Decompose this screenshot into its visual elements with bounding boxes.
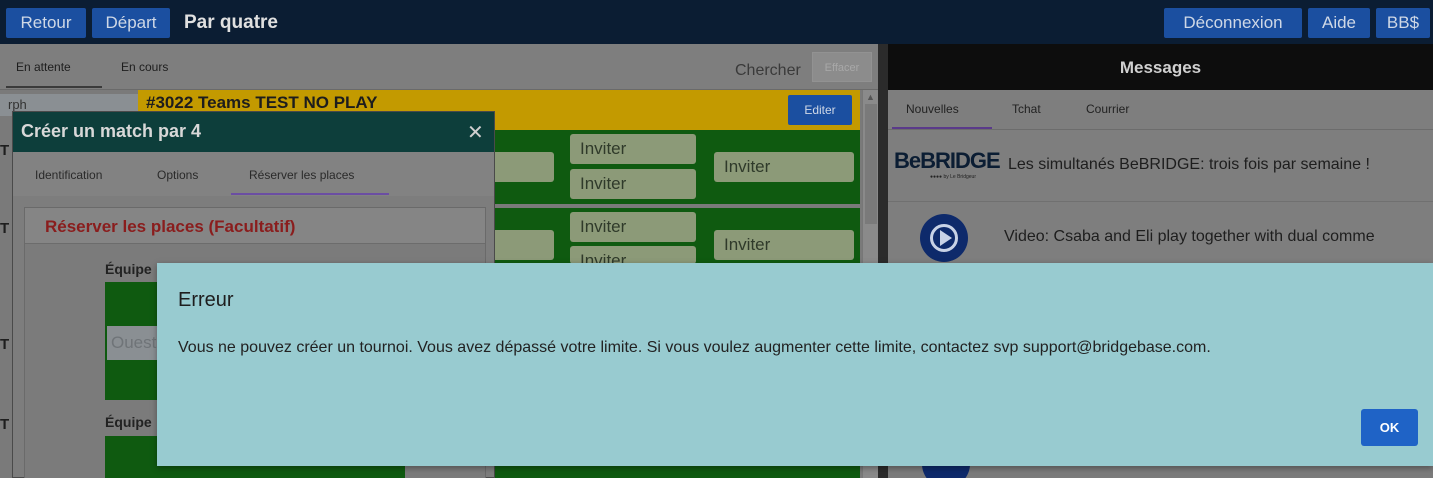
video-reel-icon [920,214,968,262]
bb-dollars-button[interactable]: BB$ [1376,8,1430,38]
team-seat-block: Inviter Inviter Inviter [488,208,860,264]
invite-button[interactable]: Inviter [570,246,696,264]
help-button[interactable]: Aide [1308,8,1370,38]
scroll-up-arrow-icon[interactable]: ▲ [866,92,875,102]
news-item[interactable]: BeBRIDGE ●●●● by Le Bridgeur Les simulta… [888,130,1433,202]
tournament-title: #3022 Teams TEST NO PLAY [146,93,378,112]
seat-slot[interactable] [488,152,554,182]
edit-button[interactable]: Editer [788,95,852,125]
tab-chat[interactable]: Tchat [1012,102,1041,116]
active-tab-indicator [892,127,992,129]
tab-news[interactable]: Nouvelles [906,102,959,116]
messages-tabs: Nouvelles Tchat Courrier [888,90,1433,130]
tab-mail[interactable]: Courrier [1086,102,1129,116]
invite-button[interactable]: Inviter [570,212,696,242]
active-tab-indicator [6,86,102,88]
tab-options[interactable]: Options [157,168,198,182]
list-tabs: En attente En cours Chercher Effacer [0,44,878,90]
error-message: Vous ne pouvez créer un tournoi. Vous av… [178,339,1211,356]
dialog-tabs: Identification Options Réserver les plac… [13,152,494,196]
messages-header: Messages [888,44,1433,90]
reserve-seats-title: Réserver les places (Facultatif) [45,217,296,236]
invite-button[interactable]: Inviter [570,169,696,199]
back-button[interactable]: Retour [6,8,86,38]
row-label-fragment: T [0,142,10,159]
error-title: Erreur [178,289,234,311]
news-item[interactable]: Video: Csaba and Eli play together with … [888,202,1433,264]
row-label-fragment: T [0,336,10,353]
clear-button[interactable]: Effacer [812,52,872,82]
team-label: Équipe [105,414,152,430]
tab-identification[interactable]: Identification [35,168,102,182]
bebridge-logo-subtitle: ●●●● by Le Bridgeur [930,174,976,180]
reserve-seats-header: Réserver les places (Facultatif) [25,208,485,244]
row-label-fragment: T [0,220,10,237]
news-item-text: Video: Csaba and Eli play together with … [1004,228,1375,245]
messages-title: Messages [1119,58,1202,77]
top-bar: Retour Départ Par quatre Déconnexion Aid… [0,0,1433,44]
invite-button[interactable]: Inviter [714,230,854,260]
team-label: Équipe [105,261,152,277]
start-button[interactable]: Départ [92,8,170,38]
invite-button[interactable]: Inviter [570,134,696,164]
close-icon[interactable]: ✕ [467,120,484,145]
bebridge-logo: BeBRIDGE [894,148,1001,173]
scroll-thumb[interactable] [865,104,877,224]
tab-reserve-seats[interactable]: Réserver les places [249,168,354,182]
tab-waiting[interactable]: En attente [16,60,71,74]
tab-in-progress[interactable]: En cours [121,60,168,74]
invite-button[interactable]: Inviter [714,152,854,182]
ok-button[interactable]: OK [1361,409,1418,446]
error-dialog: Erreur Vous ne pouvez créer un tournoi. … [157,263,1433,466]
news-item-text: Les simultanés BeBRIDGE: trois fois par … [1008,156,1370,173]
active-tab-indicator [231,193,389,195]
west-seat-input[interactable]: Ouest [107,326,157,360]
row-label-fragment: T [0,416,10,433]
search-input[interactable]: Chercher [735,62,801,80]
team-seat-block: Inviter Inviter Inviter [488,130,860,204]
page-title: Par quatre [184,12,278,33]
logout-button[interactable]: Déconnexion [1164,8,1302,38]
dialog-header: Créer un match par 4 ✕ [13,112,494,152]
dialog-title: Créer un match par 4 [21,121,202,141]
seat-slot[interactable] [488,230,554,260]
